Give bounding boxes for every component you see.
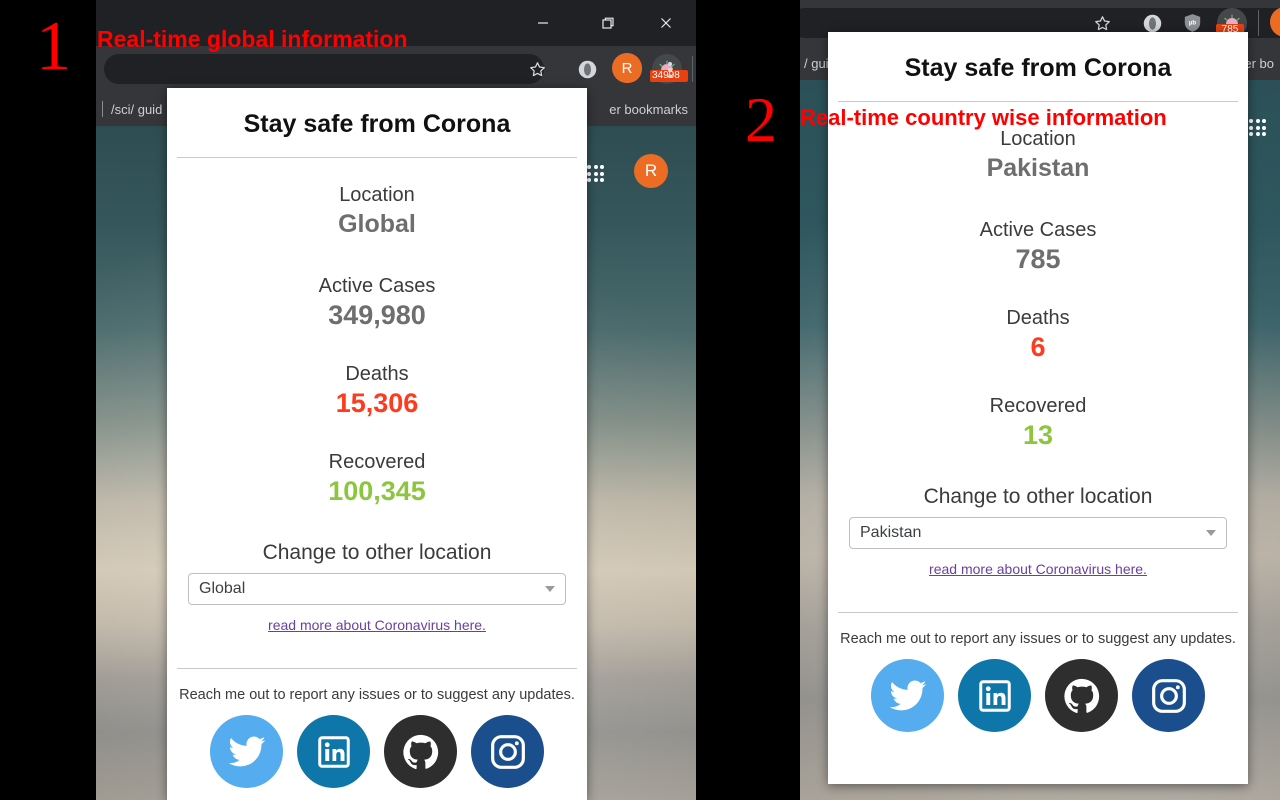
country-stat-location-value: Pakistan — [986, 154, 1090, 182]
country-stat-location-label: Location — [1000, 128, 1076, 150]
annotation-number-1: 1 — [36, 8, 71, 85]
stat-location: Location Global — [167, 184, 587, 239]
country-stat-location: Location Pakistan — [828, 128, 1248, 183]
stat-deaths-value: 15,306 — [335, 388, 419, 418]
country-github-link[interactable] — [1045, 659, 1118, 732]
maximize-icon — [602, 17, 614, 29]
github-icon — [402, 734, 438, 769]
country-change-location-label: Change to other location — [923, 485, 1153, 508]
country-stat-recovered-label: Recovered — [989, 395, 1087, 417]
change-location-label: Change to other location — [262, 541, 492, 564]
opera-extension-icon — [578, 60, 596, 78]
chevron-down-icon — [545, 586, 555, 592]
country-social-links — [828, 659, 1248, 732]
bookmark-item-sci[interactable]: /sci/ guid — [111, 102, 162, 117]
left-profile-avatar-toolbar[interactable]: R — [612, 53, 642, 83]
popup-title-divider — [177, 157, 577, 158]
country-stat-active-cases: Active Cases 785 — [828, 219, 1248, 275]
three-dot-menu-button[interactable] — [660, 60, 680, 80]
stat-active-cases: Active Cases 349,980 — [167, 275, 587, 331]
location-select-value: Global — [199, 580, 246, 597]
instagram-icon — [1151, 678, 1186, 713]
twitter-link[interactable] — [210, 715, 283, 788]
close-button[interactable] — [643, 10, 689, 36]
stat-deaths: Deaths 15,306 — [167, 363, 587, 419]
country-stat-active-cases-label: Active Cases — [979, 219, 1097, 241]
minimize-icon — [538, 22, 548, 24]
minimize-button[interactable] — [520, 10, 566, 36]
instagram-link[interactable] — [471, 715, 544, 788]
country-location-select-value: Pakistan — [860, 524, 922, 541]
opera-extension-button[interactable] — [572, 54, 602, 84]
maximize-button[interactable] — [585, 10, 631, 36]
country-stat-deaths-value: 6 — [1030, 332, 1046, 362]
country-stat-deaths-label: Deaths — [1006, 307, 1070, 329]
annotation-number-2: 2 — [745, 84, 777, 155]
country-popup-footer-divider — [838, 612, 1238, 613]
country-stat-deaths: Deaths 6 — [828, 307, 1248, 363]
country-popup: Stay safe from Corona Location Pakistan … — [828, 32, 1248, 784]
stat-recovered-label: Recovered — [328, 451, 426, 473]
bookmark-star-icon — [529, 61, 545, 76]
stat-location-value: Global — [338, 210, 416, 238]
close-icon — [661, 18, 671, 28]
bookmark-star-button[interactable] — [522, 54, 552, 84]
linkedin-link[interactable] — [297, 715, 370, 788]
left-address-bar[interactable] — [104, 54, 544, 84]
right-other-bookmarks-button[interactable]: er bo — [1244, 56, 1274, 71]
country-reach-out-text: Reach me out to report any issues or to … — [840, 631, 1236, 647]
country-chevron-down-icon — [1206, 530, 1216, 536]
ublock-origin-icon: µb — [1184, 14, 1200, 32]
country-popup-title-divider — [838, 101, 1238, 102]
twitter-icon — [228, 736, 265, 766]
stat-recovered-value: 100,345 — [328, 476, 426, 506]
country-instagram-link[interactable] — [1132, 659, 1205, 732]
social-links — [167, 715, 587, 788]
right-apps-grid-icon[interactable] — [1248, 118, 1268, 138]
stat-recovered: Recovered 100,345 — [167, 451, 587, 507]
stat-active-cases-label: Active Cases — [318, 275, 436, 297]
country-stat-recovered-value: 13 — [1022, 420, 1054, 450]
apps-grid-icon[interactable] — [586, 164, 606, 184]
screenshot-stage: µb 34998 R — [0, 0, 1280, 800]
other-bookmarks-button[interactable]: er bookmarks — [609, 102, 688, 117]
svg-text:µb: µb — [1188, 19, 1196, 26]
popup-footer-divider — [177, 668, 577, 669]
github-link[interactable] — [384, 715, 457, 788]
country-read-more-link[interactable]: read more about Coronavirus here. — [828, 561, 1248, 577]
stat-location-label: Location — [339, 184, 415, 206]
country-stat-active-cases-value: 785 — [1015, 244, 1061, 274]
read-more-link[interactable]: read more about Coronavirus here. — [167, 617, 587, 633]
reach-out-text: Reach me out to report any issues or to … — [179, 687, 575, 703]
stat-active-cases-value: 349,980 — [328, 300, 426, 330]
github-icon — [1063, 678, 1099, 713]
bookmark-star-icon — [1094, 15, 1110, 30]
page-profile-avatar[interactable]: R — [634, 154, 668, 188]
opera-extension-icon — [1143, 14, 1161, 32]
annotation-text-2: Real-time country wise information — [800, 105, 1167, 130]
right-toolbar-divider — [1258, 10, 1259, 36]
bookmarks-separator — [102, 101, 103, 117]
global-popup: Stay safe from Corona Location Global Ac… — [167, 88, 587, 800]
linkedin-icon — [978, 679, 1011, 712]
toolbar-divider — [692, 56, 693, 82]
country-popup-title: Stay safe from Corona — [904, 54, 1172, 82]
linkedin-icon — [317, 735, 350, 768]
twitter-icon — [889, 680, 926, 710]
instagram-icon — [490, 734, 525, 769]
popup-title: Stay safe from Corona — [243, 110, 511, 138]
country-linkedin-link[interactable] — [958, 659, 1031, 732]
stat-deaths-label: Deaths — [345, 363, 409, 385]
location-select[interactable]: Global — [188, 573, 566, 605]
country-location-select[interactable]: Pakistan — [849, 517, 1227, 549]
country-twitter-link[interactable] — [871, 659, 944, 732]
country-stat-recovered: Recovered 13 — [828, 395, 1248, 451]
annotation-text-1: Real-time global information — [97, 26, 408, 52]
